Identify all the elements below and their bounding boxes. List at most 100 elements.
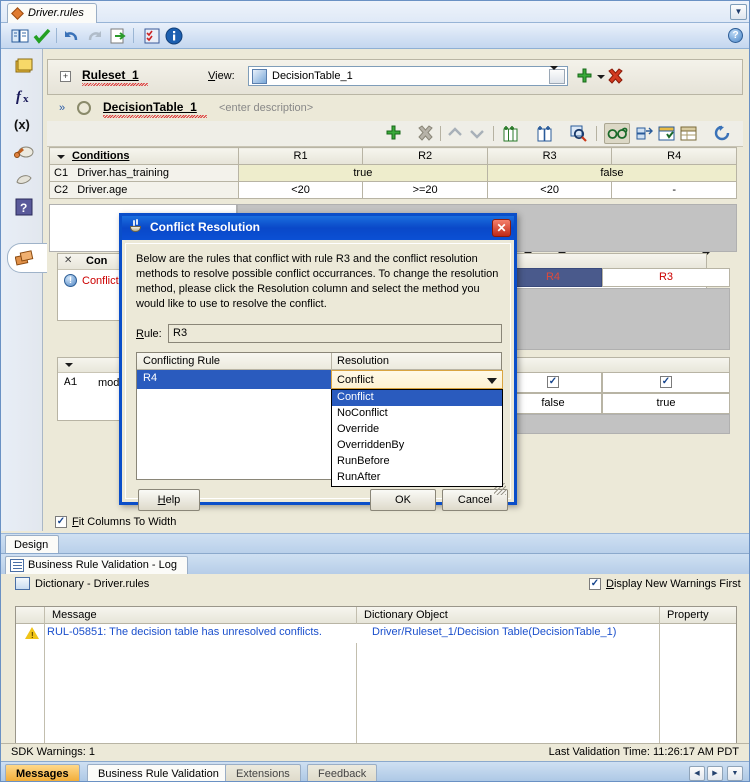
log-dock: Business Rule Validation - Log Dictionar… [1,553,749,781]
add-green-plus-icon[interactable] [576,68,593,88]
view-combo[interactable]: DecisionTable_1 [248,66,568,86]
validate-check-icon[interactable] [33,27,51,45]
tab-business-rule-validation-log[interactable]: Business Rule Validation - Log [5,556,188,574]
column-header-message[interactable]: Message [52,609,97,621]
close-icon[interactable]: ✕ [492,219,511,237]
dictionary-icon[interactable] [11,27,29,45]
tab-scroll-right-icon[interactable]: ▶ [707,766,723,781]
action-value-r4[interactable]: true [602,393,730,414]
undo-icon[interactable] [63,27,81,45]
cell-c2-r4[interactable]: - [611,181,737,199]
checkbox-icon[interactable]: ✓ [547,376,559,388]
bucketsets-icon[interactable] [14,141,34,161]
functions-icon[interactable]: f x [14,85,34,105]
decision-functions-icon[interactable]: ? [14,197,34,217]
ok-button[interactable]: OK [370,489,436,511]
cell-c2-r3[interactable]: <20 [486,181,613,199]
conflicting-rule-row[interactable]: R4 [137,370,331,389]
variables-icon[interactable]: (x) [14,113,34,133]
tab-feedback[interactable]: Feedback [307,764,378,781]
checklist-icon[interactable] [143,27,161,45]
compact-icon[interactable] [636,125,653,143]
add-icon[interactable] [385,125,402,143]
dropdown-option-noconflict[interactable]: NoConflict [332,406,502,422]
conflict-cell-r3[interactable]: R3 [602,268,730,287]
info-icon[interactable] [165,27,183,45]
dropdown-option-conflict[interactable]: Conflict [332,390,502,406]
tab-business-rule-validation[interactable]: Business Rule Validation [87,764,230,781]
tabstrip-menu-button[interactable]: ▼ [730,4,747,20]
tab-scroll-left-icon[interactable]: ◀ [689,766,705,781]
ruleset-name[interactable]: Ruleset_1 [82,68,139,82]
search-icon[interactable] [77,101,91,115]
tab-extensions[interactable]: Extensions [225,764,301,781]
facts-icon[interactable] [14,57,34,77]
column-header-r2[interactable]: R2 [362,147,488,165]
column-header-conflicting-rule[interactable]: Conflicting Rule [143,355,220,367]
dropdown-option-override[interactable]: Override [332,422,502,438]
cell-c2-r1[interactable]: <20 [237,181,364,199]
move-down-icon [469,125,485,143]
rule-field[interactable]: R3 [168,324,502,343]
split-column-icon[interactable] [536,125,553,143]
warning-icon-glyph: ! [31,631,34,640]
row-label-c2[interactable]: C2 Driver.age [49,181,239,199]
row-text-c2: Driver.age [77,184,128,196]
close-x-icon[interactable]: ✕ [64,255,72,266]
action-value-r3[interactable]: false [504,393,602,414]
column-header-r4[interactable]: R4 [611,147,737,165]
column-header-resolution[interactable]: Resolution [337,355,389,367]
help-button[interactable]: Help [138,489,200,511]
column-header-property[interactable]: Property [667,609,709,621]
fit-columns-checkbox[interactable]: ✓ [55,516,67,528]
apply-icon[interactable] [109,27,127,45]
cell-c1-false[interactable]: false [486,164,738,182]
dictionary-object-text[interactable]: Driver/Ruleset_1/Decision Table(Decision… [372,626,616,638]
document-tab-driver-rules[interactable]: Driver.rules [7,3,97,23]
find-icon[interactable] [570,125,587,143]
dropdown-option-runafter[interactable]: RunAfter [332,470,502,486]
dropdown-option-overriddenby[interactable]: OverriddenBy [332,438,502,454]
decision-table-description[interactable]: <enter description> [219,102,313,114]
table-row[interactable]: ! RUL-05851: The decision table has unre… [16,624,736,643]
conflict-cell-r4[interactable]: R4 [504,268,602,287]
cell-c1-true[interactable]: true [237,164,488,182]
chevron-down-icon[interactable] [487,378,497,384]
cell-c2-r2[interactable]: >=20 [362,181,488,199]
rulesets-icon[interactable] [14,248,35,268]
view-combo-arrow-icon[interactable] [549,66,565,84]
ruleset-expander[interactable]: + [60,71,71,82]
decision-table-name[interactable]: DecisionTable_1 [103,100,197,114]
conflict-warning-text[interactable]: Conflict [82,275,119,287]
document-tab-label: Driver.rules [28,7,84,19]
gap-check-toggle[interactable] [604,123,630,144]
dialog-titlebar[interactable]: Conflict Resolution ✕ [122,216,514,240]
refresh-icon[interactable] [714,125,731,143]
action-checkbox-r4-cell[interactable]: ✓ [602,372,730,393]
row-label-c1[interactable]: C1 Driver.has_training [49,164,239,182]
tab-design[interactable]: Design [5,535,60,554]
merge-icon[interactable] [658,125,675,143]
help-icon[interactable]: ? [728,28,743,43]
delete-red-x-icon[interactable] [607,68,624,88]
tab-messages[interactable]: Messages [5,764,80,781]
chevron-down-icon[interactable]: » [59,102,65,114]
links-icon[interactable] [14,169,34,189]
ide-window: Driver.rules ▼ ? f x (x) ? + Ruleset_1 V… [0,0,750,782]
display-new-warnings-checkbox[interactable]: ✓ [589,578,601,590]
checkbox-icon[interactable]: ✓ [660,376,672,388]
tab-list-icon[interactable]: ▼ [727,766,743,781]
row-id-c1: C1 [54,167,69,179]
resolution-dropdown-list[interactable]: Conflict NoConflict Override OverriddenB… [331,389,503,487]
column-header-r3[interactable]: R3 [486,147,613,165]
column-header-dictionary-object[interactable]: Dictionary Object [364,609,448,621]
table-row: C2 Driver.age <20 >=20 <20 - [49,181,737,199]
insert-column-icon[interactable] [502,125,519,143]
action-checkbox-r3-cell[interactable]: ✓ [504,372,602,393]
dropdown-option-runbefore[interactable]: RunBefore [332,454,502,470]
message-text[interactable]: RUL-05851: The decision table has unreso… [47,626,322,638]
table-options-icon[interactable] [680,125,697,143]
column-header-r1[interactable]: R1 [237,147,364,165]
resolution-combo[interactable]: Conflict [331,370,503,389]
conditions-header[interactable]: Conditions [49,147,239,165]
